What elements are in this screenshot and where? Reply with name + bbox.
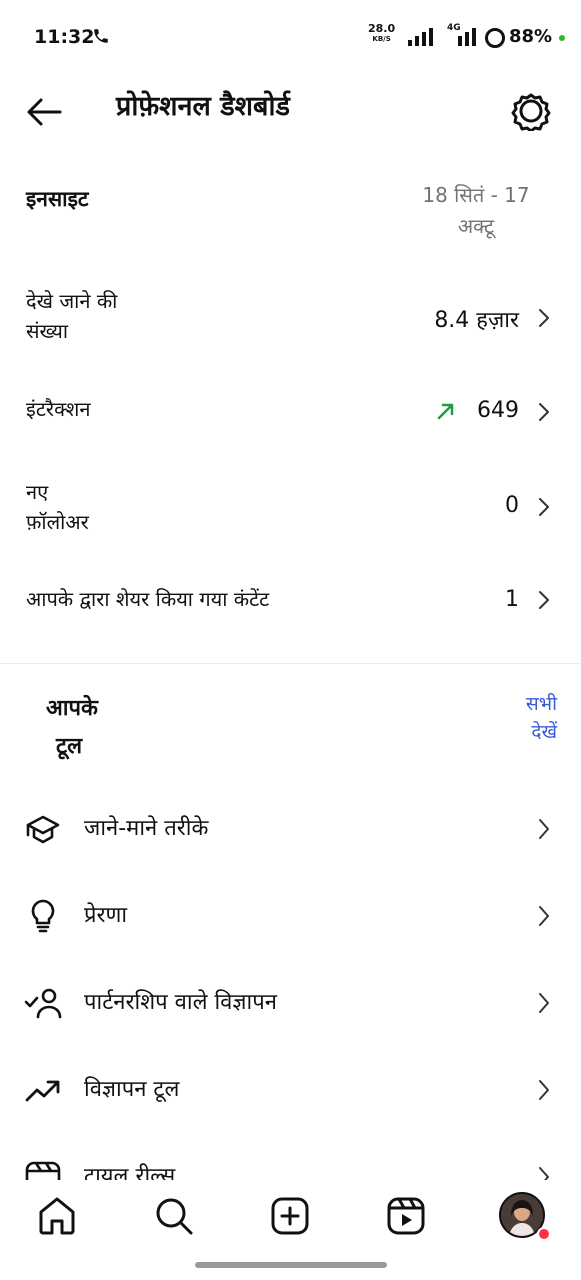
metric-label-line1: इंटरैक्शन [26,397,91,421]
metric-row-views[interactable]: देखे जाने की संख्या 8.4 हज़ार [0,286,581,350]
network-speed-unit: KB/S [372,35,391,43]
battery-level: 88% [509,26,553,47]
header: प्रोफ़ेशनल डैशबोर्ड [0,76,581,146]
section-divider [0,663,581,664]
nav-search-button[interactable] [148,1190,200,1242]
signal-strength-icon [408,28,433,46]
date-range-line2: अक्टू [457,214,495,238]
graduation-cap-icon [26,815,60,844]
avatar [501,1194,543,1236]
arrow-left-icon [27,98,62,126]
tools-heading: आपके टूल [46,690,98,766]
trending-up-icon [25,1080,60,1102]
metric-value: 8.4 हज़ार [434,308,519,333]
tool-label: पार्टनरशिप वाले विज्ञापन [84,990,277,1015]
metric-row-interactions[interactable]: इंटरैक्शन 649 [0,394,581,430]
reels-icon [387,1197,425,1235]
chevron-right-icon [539,498,549,516]
chevron-right-icon [539,993,549,1013]
chevron-right-icon [539,591,549,609]
see-all-line1: सभी [525,693,557,715]
nav-reels-button[interactable] [380,1190,432,1242]
battery-icon [485,28,505,48]
trend-up-arrow-icon [437,403,454,420]
metric-label: आपके द्वारा शेयर किया गया कंटेंट [26,584,269,614]
network-speed: 28.0 KB/S [368,23,395,44]
home-icon [39,1197,75,1235]
metric-label: नए फ़ॉलोअर [26,477,89,537]
chevron-right-icon [539,906,549,926]
date-range[interactable]: 18 सितं - 17 अक्टू [421,180,531,242]
gear-icon [511,93,551,133]
metric-label: इंटरैक्शन [26,394,90,424]
metric-label-line1: देखे जाने की [26,289,118,313]
tool-label: जाने-माने तरीके [84,816,209,841]
see-all-link[interactable]: सभी देखें [526,690,557,746]
tools-heading-line2: टूल [56,734,83,759]
tool-label: प्रेरणा [84,903,128,928]
privacy-indicator-dot [559,35,565,41]
metric-label-line1: आपके द्वारा शेयर किया गया कंटेंट [26,587,270,611]
tools-heading-line1: आपके [46,696,98,721]
notification-dot [537,1227,551,1241]
tool-item-ad-tools[interactable]: विज्ञापन टूल [0,1059,581,1119]
insights-heading: इनसाइट [26,187,89,211]
metric-value: 649 [477,398,519,423]
metric-label: देखे जाने की संख्या [26,286,117,346]
status-bar: 11:32 28.0 KB/S 4G 88% [0,0,581,76]
chevron-right-icon [539,819,549,839]
tool-label: विज्ञापन टूल [84,1077,180,1102]
signal-strength-icon-2 [458,28,476,46]
metric-row-shared-content[interactable]: आपके द्वारा शेयर किया गया कंटेंट 1 [0,584,581,620]
page-title: प्रोफ़ेशनल डैशबोर्ड [116,91,290,122]
metric-value: 1 [505,587,519,612]
chevron-right-icon [539,309,549,327]
tool-item-best-practices[interactable]: जाने-माने तरीके [0,798,581,858]
chevron-right-icon [539,403,549,421]
chevron-right-icon [539,1080,549,1100]
partnership-user-icon [24,988,62,1019]
metric-label-line2: फ़ॉलोअर [26,510,89,534]
search-icon [156,1198,193,1235]
metric-label-line2: संख्या [26,319,68,343]
back-button[interactable] [24,94,64,130]
settings-button[interactable] [511,91,551,133]
nav-create-button[interactable] [264,1190,316,1242]
phone-call-icon [94,29,108,43]
lightbulb-icon [31,899,55,933]
home-indicator[interactable] [195,1262,387,1268]
status-time: 11:32 [34,26,95,48]
metric-row-new-followers[interactable]: नए फ़ॉलोअर 0 [0,477,581,541]
date-range-line1: 18 सितं - 17 [422,183,530,207]
create-plus-icon [271,1197,309,1235]
nav-home-button[interactable] [31,1190,83,1242]
tool-item-inspiration[interactable]: प्रेरणा [0,885,581,945]
metric-value: 0 [505,493,519,518]
tool-item-partnership-ads[interactable]: पार्टनरशिप वाले विज्ञापन [0,972,581,1032]
metric-label-line1: नए [26,480,49,504]
see-all-line2: देखें [531,721,557,743]
